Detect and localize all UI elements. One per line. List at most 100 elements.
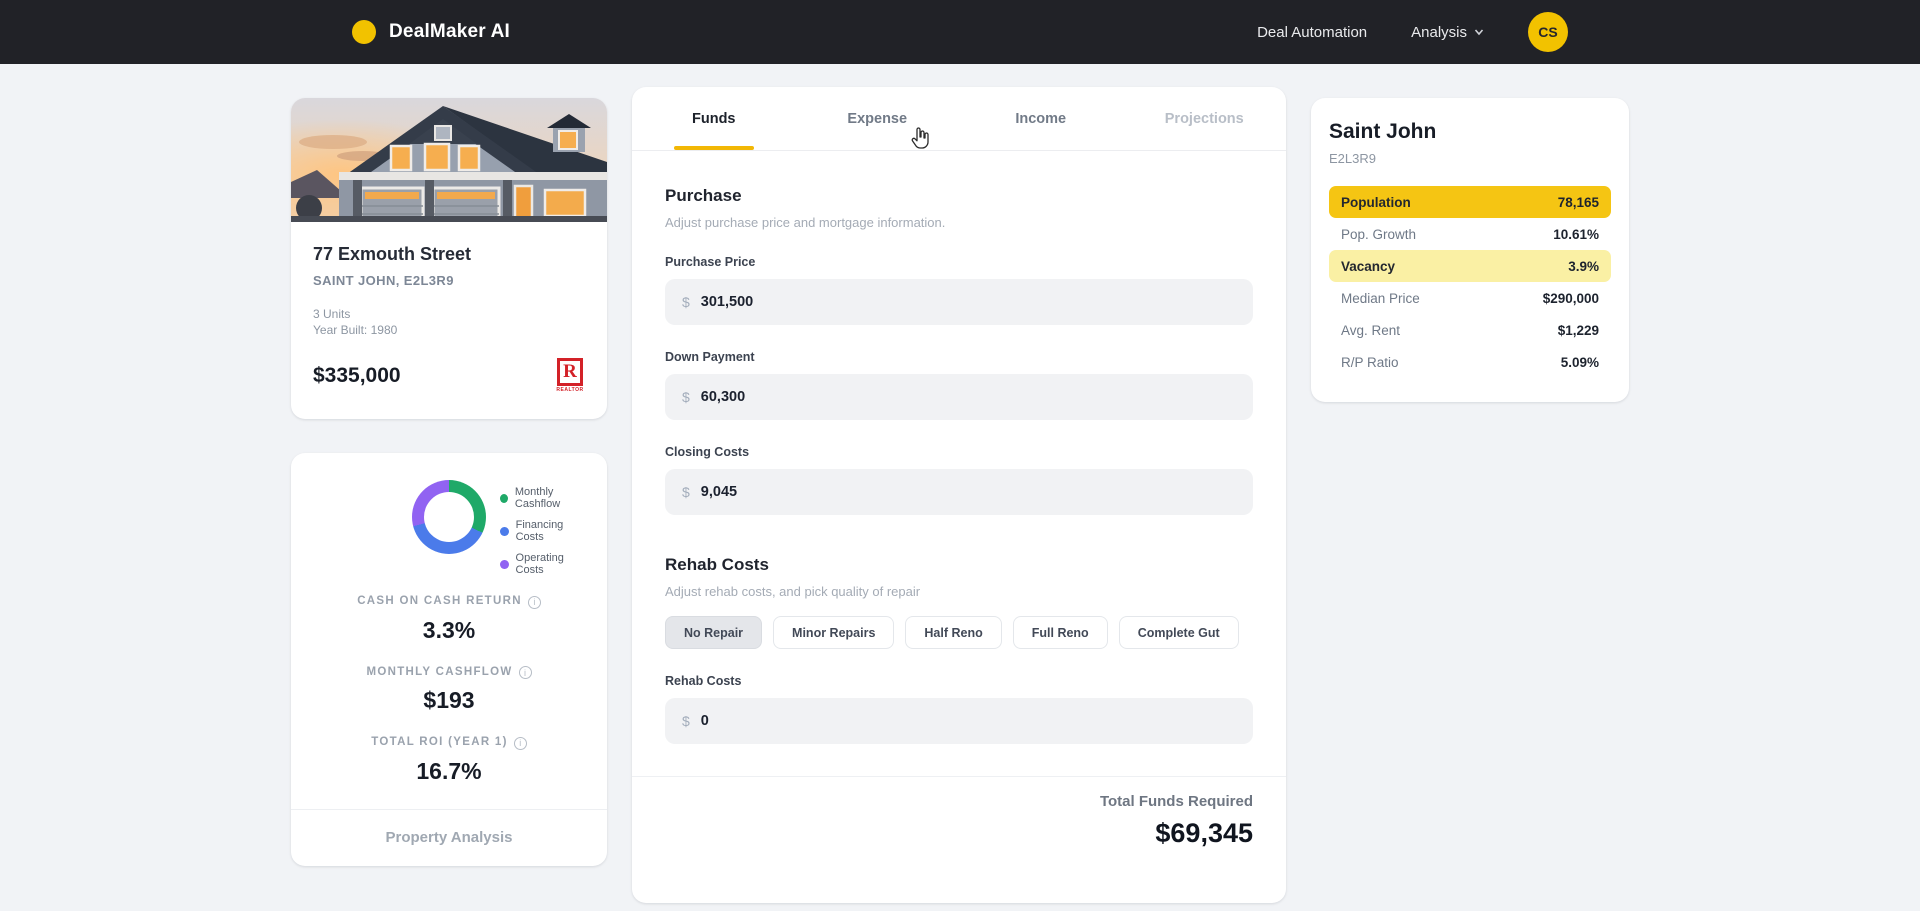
rehab-costs-value: 0 [700,713,709,729]
dollar-prefix: $ [682,294,690,310]
tab-bar: Funds Expense Income Projections [632,87,1286,151]
stat-value: 78,165 [1557,194,1599,210]
closing-costs-input[interactable]: $ 9,045 [665,469,1253,515]
stat-label: Pop. Growth [1341,226,1417,242]
purchase-section-title: Purchase [665,186,742,205]
property-year-built: Year Built: 1980 [313,323,398,337]
dollar-prefix: $ [682,713,690,729]
rehab-option-half-reno[interactable]: Half Reno [905,616,1002,649]
stat-value: $290,000 [1542,290,1599,306]
rehab-section-title: Rehab Costs [665,555,769,574]
stat-label: Vacancy [1341,258,1396,274]
chevron-down-icon [1474,29,1484,36]
donut-hole [424,492,474,542]
property-analysis-link[interactable]: Property Analysis [307,810,591,846]
purchase-price-value: 301,500 [700,294,754,310]
info-icon[interactable]: i [513,736,527,750]
analysis-summary-card: Monthly Cashflow Financing Costs Operati… [291,453,607,866]
metric-label: TOTAL ROI (YEAR 1) [371,736,508,748]
top-navbar: DealMaker AI Deal Automation Analysis CS [0,0,1920,64]
market-city: Saint John [1329,120,1437,143]
market-stats-card: Saint John E2L3R9 Population 78,165 Pop.… [1311,98,1629,402]
donut-chart [412,480,486,554]
rehab-costs-input[interactable]: $ 0 [665,698,1253,744]
closing-costs-label: Closing Costs [665,445,750,459]
legend-label: Monthly Cashflow [514,486,561,510]
rehab-option-full-reno[interactable]: Full Reno [1012,616,1108,649]
legend-label: Operating Costs [515,552,564,576]
down-payment-label: Down Payment [665,350,755,364]
property-address: 77 Exmouth Street [313,244,472,264]
brand-name: DealMaker AI [389,21,511,42]
market-postal-code: E2L3R9 [1329,151,1376,166]
brand-logo-icon [352,20,376,44]
metric-label: CASH ON CASH RETURN [357,595,522,607]
rehab-option-no-repair[interactable]: No Repair [665,616,763,649]
stat-row-rp-ratio: R/P Ratio 5.09% [1329,346,1611,378]
tab-label: Expense [847,110,908,127]
nav-item-analysis[interactable]: Analysis [1411,24,1484,41]
info-icon[interactable]: i [527,595,541,609]
realtor-logo-caption: REALTOR [556,387,584,393]
tab-label: Projections [1164,110,1244,127]
metric-total-roi: TOTAL ROI (YEAR 1) i 16.7% [307,736,591,785]
realtor-logo-letter: R [557,358,583,386]
legend-item: Financing Costs [500,519,591,543]
legend-label: Financing Costs [515,519,564,543]
tab-label: Funds [692,110,736,127]
nav-item-analysis-label: Analysis [1411,23,1467,41]
stat-label: Population [1341,194,1411,210]
metric-value: $193 [423,687,475,713]
legend-dot [500,559,509,569]
metric-label: MONTHLY CASHFLOW [366,665,513,678]
stat-value: $1,229 [1557,322,1599,338]
legend-item: Operating Costs [500,552,591,576]
stat-row-median-price: Median Price $290,000 [1329,282,1611,314]
stat-label: Avg. Rent [1341,322,1401,338]
metric-cash-on-cash: CASH ON CASH RETURN i 3.3% [307,595,591,644]
stat-row-pop-growth: Pop. Growth 10.61% [1329,218,1611,250]
stat-row-population: Population 78,165 [1329,186,1611,218]
stat-label: Median Price [1341,290,1420,306]
info-icon[interactable]: i [518,666,532,679]
property-photo [291,98,607,222]
metric-value: 16.7% [416,757,482,784]
purchase-section-subtitle: Adjust purchase price and mortgage infor… [665,215,946,230]
tab-expense[interactable]: Expense [796,87,960,150]
property-units: 3 Units [313,307,351,321]
metric-value: 3.3% [422,616,476,643]
down-payment-input[interactable]: $ 60,300 [665,374,1253,420]
nav-item-deal-automation[interactable]: Deal Automation [1257,24,1367,41]
stat-value: 5.09% [1560,354,1599,370]
legend-dot [500,493,508,503]
tab-label: Income [1015,110,1067,127]
rehab-costs-label: Rehab Costs [665,674,742,688]
down-payment-value: 60,300 [700,389,746,405]
rehab-quality-options: No Repair Minor Repairs Half Reno Full R… [665,616,1253,649]
stat-label: R/P Ratio [1341,354,1399,370]
stat-row-vacancy: Vacancy 3.9% [1329,250,1611,282]
dollar-prefix: $ [682,484,690,500]
tab-income[interactable]: Income [959,87,1123,150]
realtor-logo-icon: R REALTOR [555,358,585,393]
metric-monthly-cashflow: MONTHLY CASHFLOW i $193 [307,666,591,715]
brand[interactable]: DealMaker AI [352,20,510,44]
property-card: 77 Exmouth Street SAINT JOHN, E2L3R9 3 U… [291,98,607,419]
total-funds-value: $69,345 [1155,818,1253,848]
purchase-price-input[interactable]: $ 301,500 [665,279,1253,325]
stat-row-avg-rent: Avg. Rent $1,229 [1329,314,1611,346]
tab-projections[interactable]: Projections [1123,87,1287,150]
tab-funds[interactable]: Funds [632,87,796,150]
stat-value: 3.9% [1568,258,1599,274]
property-price: $335,000 [313,363,401,387]
rehab-option-complete-gut[interactable]: Complete Gut [1118,616,1239,649]
user-avatar[interactable]: CS [1528,12,1568,52]
deal-editor-panel: Funds Expense Income Projections Purchas… [632,87,1286,903]
property-city-postal: SAINT JOHN, E2L3R9 [313,273,454,288]
closing-costs-value: 9,045 [700,484,738,500]
legend-item: Monthly Cashflow [500,486,591,510]
rehab-option-minor-repairs[interactable]: Minor Repairs [773,616,895,649]
chart-legend: Monthly Cashflow Financing Costs Operati… [500,486,591,576]
legend-dot [500,526,509,536]
stat-value: 10.61% [1553,226,1599,242]
